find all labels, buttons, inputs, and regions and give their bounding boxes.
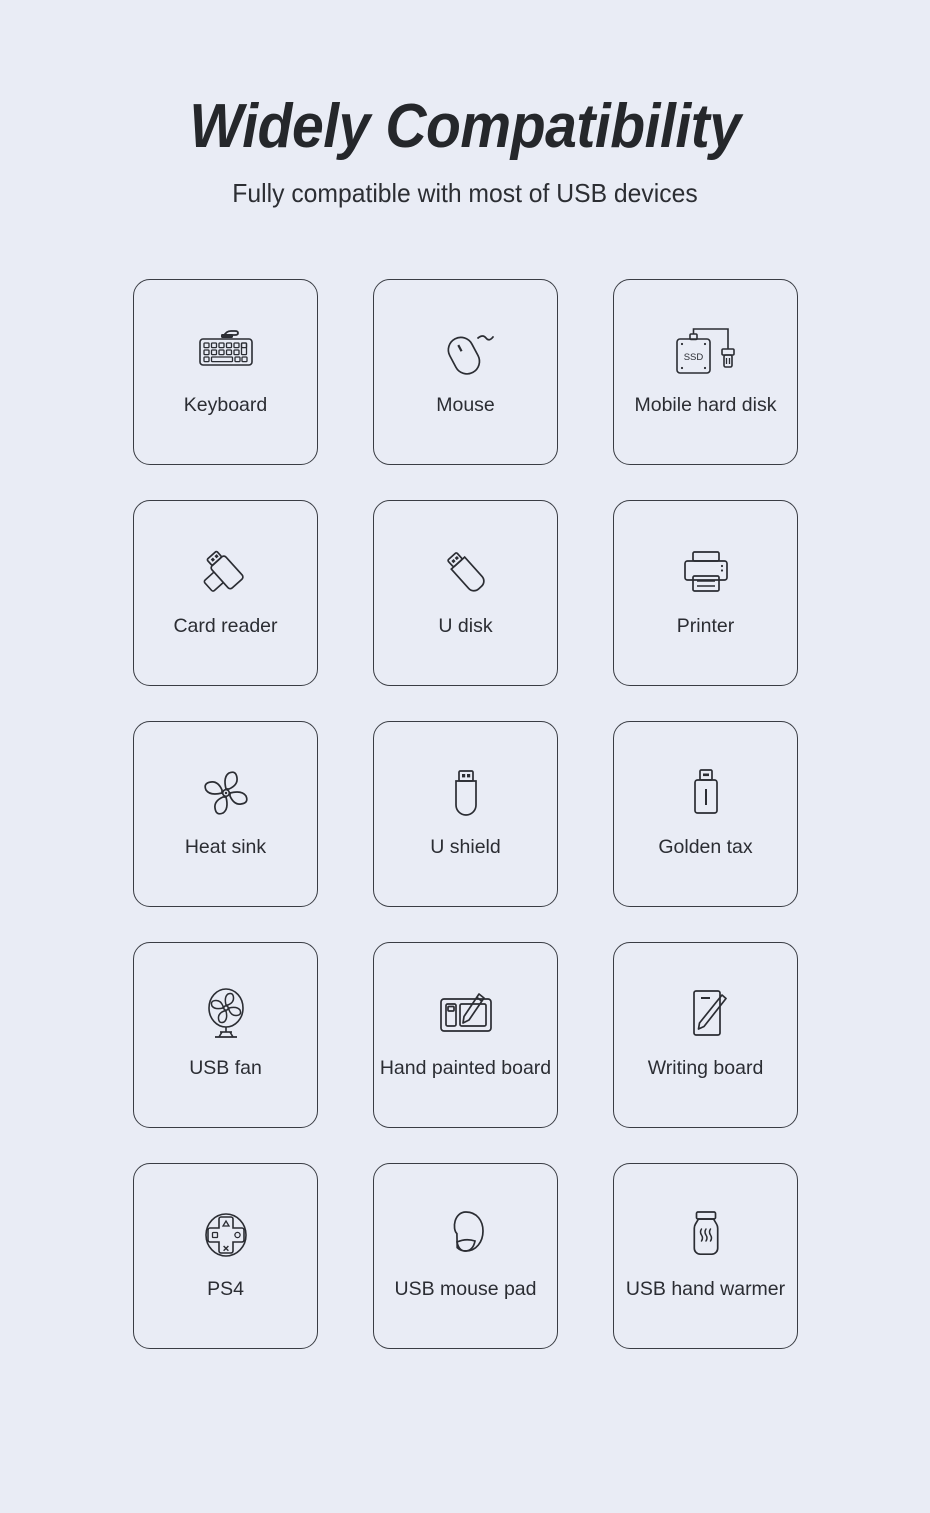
device-grid: Keyboard Mouse SSD Mobile hard disk Card… — [133, 279, 798, 1349]
device-card-label: Mobile hard disk — [634, 394, 777, 416]
device-card-label: PS4 — [207, 1278, 244, 1300]
device-card-hand-painted-board[interactable]: Hand painted board — [373, 942, 558, 1128]
compatibility-page: Widely Compatibility Fully compatible wi… — [0, 0, 930, 1513]
usb-shield-icon — [446, 764, 486, 822]
device-card-label: Mouse — [436, 394, 495, 416]
card-reader-icon — [195, 543, 257, 601]
device-card-label: U shield — [430, 836, 501, 858]
device-card-golden-tax[interactable]: Golden tax — [613, 721, 798, 907]
device-card-label: Keyboard — [183, 394, 268, 416]
device-card-usb-fan[interactable]: USB fan — [133, 942, 318, 1128]
device-card-label: Golden tax — [658, 836, 753, 858]
device-card-writing-board[interactable]: Writing board — [613, 942, 798, 1128]
device-card-u-shield[interactable]: U shield — [373, 721, 558, 907]
device-card-u-disk[interactable]: U disk — [373, 500, 558, 686]
desk-fan-icon — [200, 985, 252, 1043]
ssd-icon-text: SSD — [683, 352, 703, 363]
page-title: Widely Compatibility — [189, 92, 741, 161]
device-card-label: Writing board — [647, 1057, 764, 1079]
device-card-label: USB fan — [189, 1057, 262, 1079]
page-subtitle: Fully compatible with most of USB device… — [232, 178, 698, 208]
ssd-drive-icon: SSD — [671, 322, 741, 380]
mouse-pad-icon — [442, 1206, 490, 1264]
device-card-heat-sink[interactable]: Heat sink — [133, 721, 318, 907]
fan-blades-icon — [199, 764, 253, 822]
device-card-label: U disk — [438, 615, 493, 637]
drawing-tablet-icon — [435, 985, 497, 1043]
usb-flash-drive-icon — [437, 543, 495, 601]
device-card-keyboard[interactable]: Keyboard — [133, 279, 318, 465]
device-card-label: Hand painted board — [379, 1057, 552, 1079]
device-card-ps4[interactable]: PS4 — [133, 1163, 318, 1349]
writing-board-icon — [682, 985, 730, 1043]
device-card-card-reader[interactable]: Card reader — [133, 500, 318, 686]
device-card-label: Card reader — [173, 615, 278, 637]
gamepad-dpad-icon — [198, 1206, 254, 1264]
keyboard-icon — [195, 322, 257, 380]
device-card-label: USB hand warmer — [625, 1278, 786, 1300]
mouse-icon — [437, 322, 495, 380]
device-card-usb-mouse-pad[interactable]: USB mouse pad — [373, 1163, 558, 1349]
device-card-mobile-hard-disk[interactable]: SSD Mobile hard disk — [613, 279, 798, 465]
device-card-mouse[interactable]: Mouse — [373, 279, 558, 465]
device-card-printer[interactable]: Printer — [613, 500, 798, 686]
device-card-label: Printer — [676, 615, 735, 637]
printer-icon — [677, 543, 735, 601]
hand-warmer-icon — [684, 1206, 728, 1264]
page-header: Widely Compatibility Fully compatible wi… — [0, 0, 930, 209]
usb-key-icon — [686, 764, 726, 822]
device-card-label: USB mouse pad — [394, 1278, 537, 1300]
device-card-label: Heat sink — [184, 836, 267, 858]
device-card-usb-hand-warmer[interactable]: USB hand warmer — [613, 1163, 798, 1349]
